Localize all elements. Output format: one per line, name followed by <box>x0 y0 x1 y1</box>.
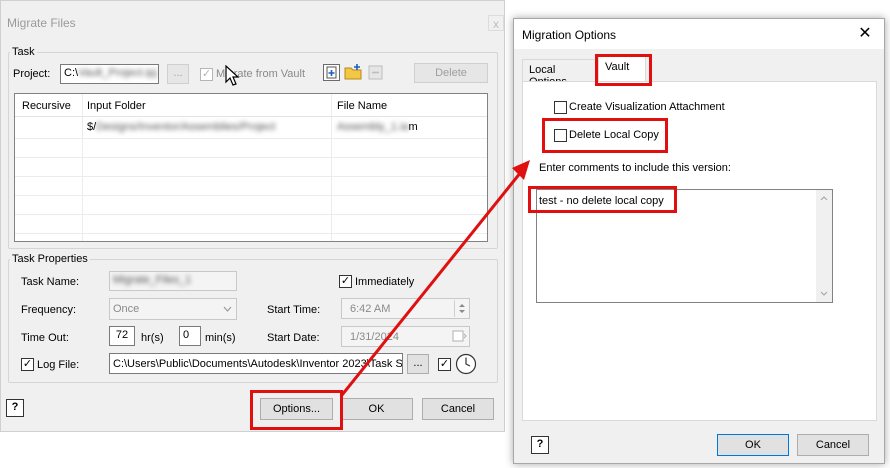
annotation-arrow <box>340 160 530 396</box>
